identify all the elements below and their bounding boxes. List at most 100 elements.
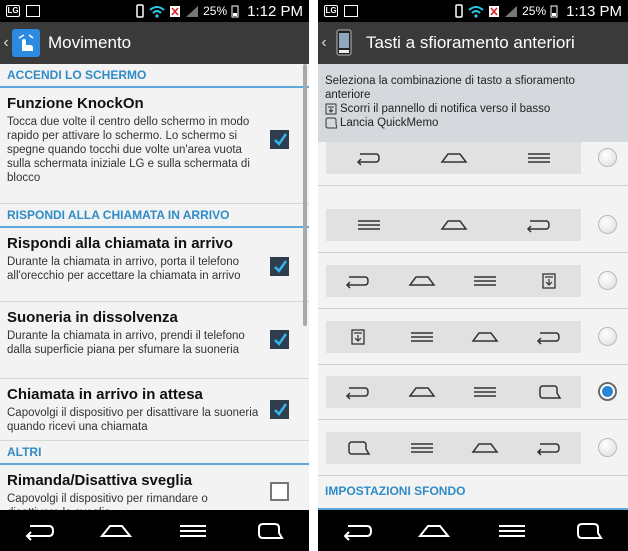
setting-description: Durante la chiamata in arrivo, prendi il… (7, 330, 245, 356)
setting-knockon[interactable]: Funzione KnockOn Tocca due volte il cent… (0, 88, 309, 204)
answer-call-checkbox[interactable] (270, 257, 289, 276)
wifi-icon (468, 5, 484, 18)
notification-icon (325, 103, 337, 115)
quickmemo-icon (343, 438, 373, 458)
button-combination-preview (326, 432, 581, 464)
menu-icon (180, 524, 207, 537)
up-navigation-icon[interactable]: ‹ (319, 34, 329, 52)
scrollbar[interactable] (303, 64, 307, 326)
button-combination-option[interactable] (318, 253, 628, 309)
combination-radio-button[interactable] (598, 438, 617, 457)
settings-list: ACCENDI LO SCHERMO Funzione KnockOn Tocc… (0, 64, 309, 510)
back-icon (534, 327, 564, 347)
section-header: ALTRI (0, 441, 309, 465)
quickmemo-icon (534, 382, 564, 402)
combination-radio-button[interactable] (598, 327, 617, 346)
clock: 1:13 PM (566, 2, 622, 20)
incoming-call-hold-checkbox[interactable] (270, 400, 289, 419)
setting-description: Capovolgi il dispositivo per rimandare o… (7, 493, 208, 510)
battery-percent: 25% (203, 4, 228, 18)
menu-icon (498, 524, 525, 537)
checkmark-icon (274, 259, 287, 273)
action-bar: ‹ Tasti a sfioramento anteriori (318, 22, 628, 64)
quickmemo-icon (577, 522, 604, 539)
sim-icon (170, 5, 181, 17)
combination-radio-button[interactable] (598, 382, 617, 401)
menu-button[interactable] (171, 515, 215, 547)
button-combination-option[interactable] (318, 309, 628, 365)
combination-radio-button[interactable] (598, 271, 617, 290)
battery-icon (231, 5, 239, 18)
home-icon (470, 438, 500, 458)
home-button[interactable] (94, 515, 138, 547)
page-title: Movimento (48, 33, 132, 52)
setting-title: Rispondi alla chiamata in arrivo (7, 235, 233, 252)
button-combination-preview (326, 376, 581, 408)
menu-button[interactable] (490, 515, 534, 547)
back-icon (524, 215, 554, 235)
button-combination-option[interactable] (318, 420, 628, 476)
button-combination-option[interactable] (318, 364, 628, 420)
button-combination-preview (326, 265, 581, 297)
quickmemo-icon (258, 522, 285, 539)
phone-keys-app-icon[interactable] (330, 29, 358, 57)
nav-bar (318, 510, 628, 551)
home-button[interactable] (412, 515, 456, 547)
snooze-alarm-checkbox[interactable] (270, 482, 289, 501)
button-combination-preview (326, 142, 581, 174)
checkmark-icon (274, 132, 287, 146)
nav-bar (0, 510, 309, 551)
clock: 1:12 PM (247, 2, 303, 20)
divider (309, 0, 318, 551)
phone-screen-movimento: LG 25% 1:12 PM ‹ Movimento ACCENDI LO SC… (0, 0, 309, 551)
menu-icon (407, 327, 437, 347)
image-notification-icon (344, 5, 358, 17)
setting-answer-call[interactable]: Rispondi alla chiamata in arrivo Durante… (0, 228, 309, 302)
back-button[interactable] (17, 515, 61, 547)
knockon-checkbox[interactable] (270, 130, 289, 149)
setting-fade-ringtone[interactable]: Suoneria in dissolvenza Durante la chiam… (0, 302, 309, 379)
quickmemo-icon (325, 117, 337, 129)
quickmemo-button[interactable] (567, 515, 611, 547)
quickmemo-button[interactable] (248, 515, 292, 547)
section-header: ACCENDI LO SCHERMO (0, 64, 309, 88)
setting-title: Funzione KnockOn (7, 95, 144, 112)
wifi-icon (149, 5, 165, 18)
status-bar: LG 25% 1:13 PM (318, 0, 628, 22)
lg-notification-icon: LG (6, 5, 20, 17)
setting-incoming-call-hold[interactable]: Chiamata in arrivo in attesa Capovolgi i… (0, 379, 309, 441)
home-icon (99, 524, 132, 537)
setting-description: Tocca due volte il centro dello schermo … (7, 116, 250, 184)
setting-title: Chiamata in arrivo in attesa (7, 386, 203, 403)
button-combination-option[interactable] (318, 197, 628, 253)
setting-description: Durante la chiamata in arrivo, porta il … (7, 256, 241, 282)
sim-icon (489, 5, 500, 17)
fade-ringtone-checkbox[interactable] (270, 330, 289, 349)
image-notification-icon (26, 5, 40, 17)
menu-icon (470, 271, 500, 291)
signal-icon (505, 5, 518, 17)
button-combination-option[interactable] (318, 130, 628, 186)
setting-title: Rimanda/Disattiva sveglia (7, 472, 193, 489)
section-header: IMPOSTAZIONI SFONDO (318, 478, 628, 510)
back-button[interactable] (335, 515, 379, 547)
info-text: Seleziona la combinazione di tasto a sfi… (325, 75, 575, 101)
section-header: RISPONDI ALLA CHIAMATA IN ARRIVO (0, 204, 309, 228)
setting-snooze-alarm[interactable]: Rimanda/Disattiva sveglia Capovolgi il d… (0, 465, 309, 510)
up-navigation-icon[interactable]: ‹ (1, 34, 11, 52)
menu-icon (407, 438, 437, 458)
combination-radio-button[interactable] (598, 215, 617, 234)
gesture-app-icon[interactable] (12, 29, 40, 57)
vibrate-icon (136, 4, 144, 18)
menu-icon (524, 148, 554, 168)
setting-title: Suoneria in dissolvenza (7, 309, 178, 326)
setting-description: Capovolgi il dispositivo per disattivare… (7, 407, 259, 433)
home-icon (470, 327, 500, 347)
notification-icon (534, 271, 564, 291)
combination-radio-button[interactable] (598, 148, 617, 167)
back-icon (343, 271, 373, 291)
phone-screen-front-touch-buttons: LG 25% 1:13 PM ‹ Tasti a sfioramento ant… (318, 0, 628, 551)
info-row-notification: Scorri il pannello di notifica verso il … (340, 103, 551, 115)
battery-icon (550, 5, 558, 18)
action-bar: ‹ Movimento (0, 22, 309, 64)
